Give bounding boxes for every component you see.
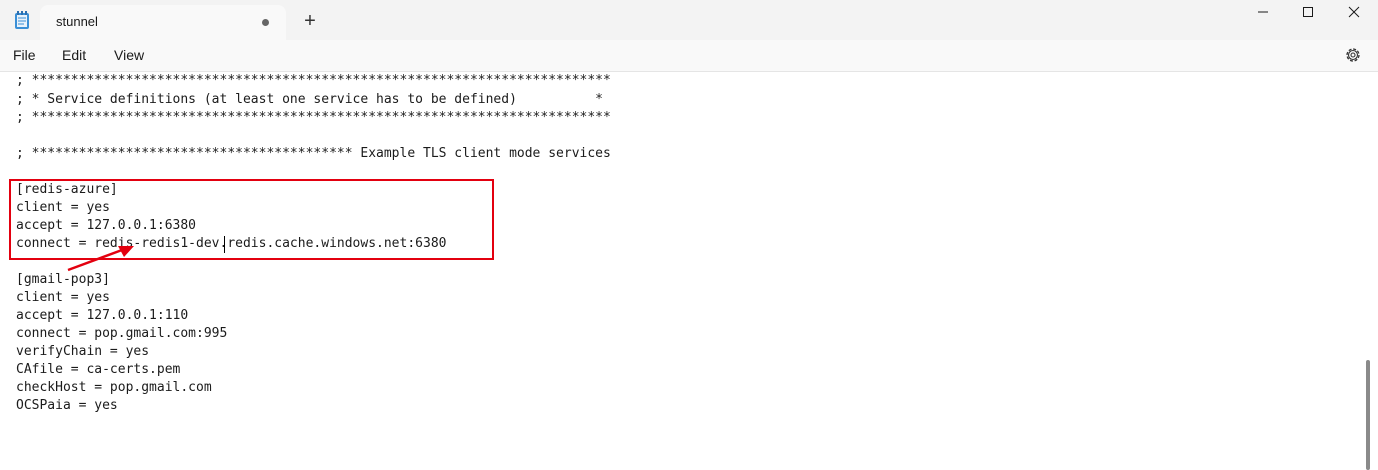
new-tab-button[interactable]: +: [298, 9, 322, 33]
unsaved-indicator[interactable]: [262, 19, 269, 26]
editor-line: accept = 127.0.0.1:110: [16, 308, 189, 323]
editor-line: client = yes: [16, 290, 110, 305]
menu-bar: File Edit View: [0, 40, 1378, 72]
gear-icon[interactable]: [1344, 46, 1362, 64]
editor-line: ; **************************************…: [16, 146, 611, 161]
annotation-arrow-icon: [67, 246, 134, 272]
title-bar: stunnel +: [0, 0, 1378, 40]
maximize-button[interactable]: [1285, 0, 1331, 24]
menu-edit[interactable]: Edit: [62, 47, 86, 63]
editor-line: ; * Service definitions (at least one se…: [16, 92, 603, 107]
close-icon: [1348, 6, 1360, 18]
close-button[interactable]: [1331, 0, 1377, 24]
editor-line: verifyChain = yes: [16, 344, 150, 359]
menu-file[interactable]: File: [13, 47, 36, 63]
text-editor[interactable]: ; **************************************…: [0, 72, 1378, 470]
notepad-icon: [15, 11, 29, 29]
minimize-icon: [1258, 11, 1268, 13]
vertical-scrollbar[interactable]: [1366, 360, 1370, 470]
editor-line: ; **************************************…: [16, 73, 611, 88]
tab-title: stunnel: [56, 14, 98, 29]
menu-view[interactable]: View: [114, 47, 144, 63]
editor-line: connect = pop.gmail.com:995: [16, 326, 228, 341]
maximize-icon: [1303, 7, 1313, 17]
editor-line: CAfile = ca-certs.pem: [16, 362, 181, 377]
editor-line: ; **************************************…: [16, 110, 611, 125]
editor-line: checkHost = pop.gmail.com: [16, 380, 212, 395]
editor-line: OCSPaia = yes: [16, 398, 118, 413]
tab-stunnel[interactable]: stunnel: [40, 5, 286, 40]
minimize-button[interactable]: [1240, 0, 1286, 24]
